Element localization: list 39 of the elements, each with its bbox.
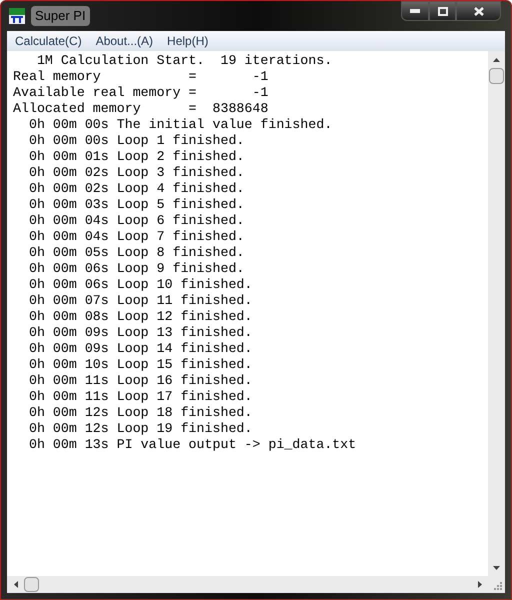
output-line: 0h 00m 06s Loop 9 finished. (28, 261, 244, 277)
output-line: 0h 00m 03s Loop 5 finished. (28, 197, 244, 213)
output-line: 0h 00m 01s Loop 2 finished. (28, 149, 244, 165)
maximize-icon (438, 6, 448, 16)
output-line: 0h 00m 13s PI value output -> pi_data.txt (28, 437, 356, 453)
output-line: 0h 00m 08s Loop 12 finished. (28, 309, 252, 325)
output-line: 1M Calculation Start. 19 iterations. (36, 53, 332, 69)
close-icon (474, 6, 484, 16)
output-line: 0h 00m 02s Loop 4 finished. (28, 181, 244, 197)
output-line: Real memory = -1 (13, 69, 268, 85)
output-line: 0h 00m 06s Loop 10 finished. (28, 277, 252, 293)
output-line: 0h 00m 10s Loop 15 finished. (28, 357, 252, 373)
vertical-scrollbar[interactable] (488, 51, 505, 576)
output-line: 0h 00m 11s Loop 16 finished. (28, 373, 252, 389)
output-line: 0h 00m 09s Loop 14 finished. (28, 341, 252, 357)
minimize-button[interactable] (401, 1, 429, 21)
app-icon (9, 8, 25, 24)
close-button[interactable] (456, 1, 501, 21)
scroll-thumb[interactable] (24, 577, 39, 592)
output-line: 0h 00m 12s Loop 19 finished. (28, 421, 252, 437)
scroll-thumb[interactable] (489, 68, 504, 84)
window-title: Super PI (31, 6, 90, 26)
output-line: 0h 00m 07s Loop 11 finished. (28, 293, 252, 309)
output-line: 0h 00m 09s Loop 13 finished. (28, 325, 252, 341)
output-line: 0h 00m 02s Loop 3 finished. (28, 165, 244, 181)
output-line: 0h 00m 12s Loop 18 finished. (28, 405, 252, 421)
maximize-button[interactable] (429, 1, 456, 21)
output-line: 0h 00m 00s Loop 1 finished. (28, 133, 244, 149)
output-line: Available real memory = -1 (13, 85, 268, 101)
menu-item[interactable]: About...(A) (96, 32, 154, 50)
menu-item[interactable]: Help(H) (167, 32, 208, 50)
output-line: 0h 00m 11s Loop 17 finished. (28, 389, 252, 405)
output-line: 0h 00m 00s The initial value finished. (28, 117, 332, 133)
output-line: Allocated memory = 8388648 (13, 101, 268, 117)
output-line: 0h 00m 05s Loop 8 finished. (28, 245, 244, 261)
output-line: 0h 00m 04s Loop 6 finished. (28, 213, 244, 229)
minimize-icon (410, 9, 420, 13)
menu-item[interactable]: Calculate(C) (15, 32, 82, 50)
output-line: 0h 00m 04s Loop 7 finished. (28, 229, 244, 245)
